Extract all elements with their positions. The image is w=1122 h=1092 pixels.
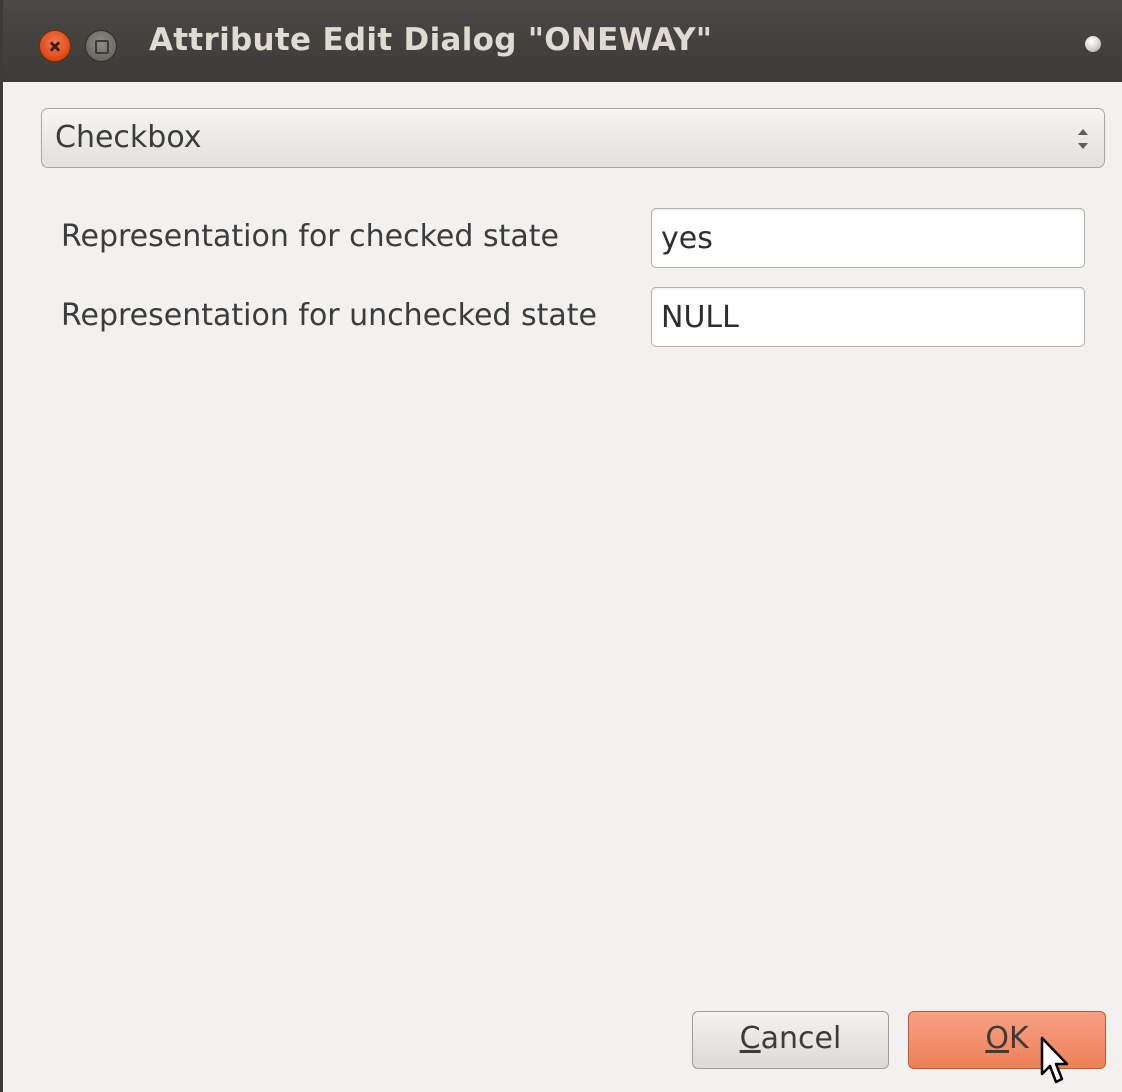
ok-button[interactable]: OK <box>908 1011 1106 1069</box>
mouse-pointer-icon <box>1040 1036 1069 1084</box>
cancel-label: ancel <box>760 1021 842 1056</box>
checked-state-input[interactable] <box>651 208 1085 268</box>
window-menu-icon[interactable] <box>1085 36 1101 52</box>
ok-mnemonic: O <box>985 1021 1009 1056</box>
unchecked-state-label: Representation for unchecked state <box>61 298 597 333</box>
ok-label: K <box>1008 1021 1029 1056</box>
widget-type-selected: Checkbox <box>55 120 202 155</box>
unchecked-state-input[interactable] <box>651 287 1085 347</box>
window-title: Attribute Edit Dialog "ONEWAY" <box>149 22 713 58</box>
attribute-edit-dialog: Attribute Edit Dialog "ONEWAY" Checkbox … <box>0 0 1122 1092</box>
up-down-arrows-icon <box>1076 127 1090 153</box>
maximize-icon[interactable] <box>85 30 117 62</box>
cancel-button[interactable]: Cancel <box>692 1011 889 1069</box>
title-bar[interactable]: Attribute Edit Dialog "ONEWAY" <box>3 0 1122 82</box>
widget-type-dropdown[interactable]: Checkbox <box>41 108 1105 168</box>
checked-state-label: Representation for checked state <box>61 219 559 254</box>
cancel-mnemonic: C <box>739 1021 761 1056</box>
close-icon[interactable] <box>39 30 71 62</box>
